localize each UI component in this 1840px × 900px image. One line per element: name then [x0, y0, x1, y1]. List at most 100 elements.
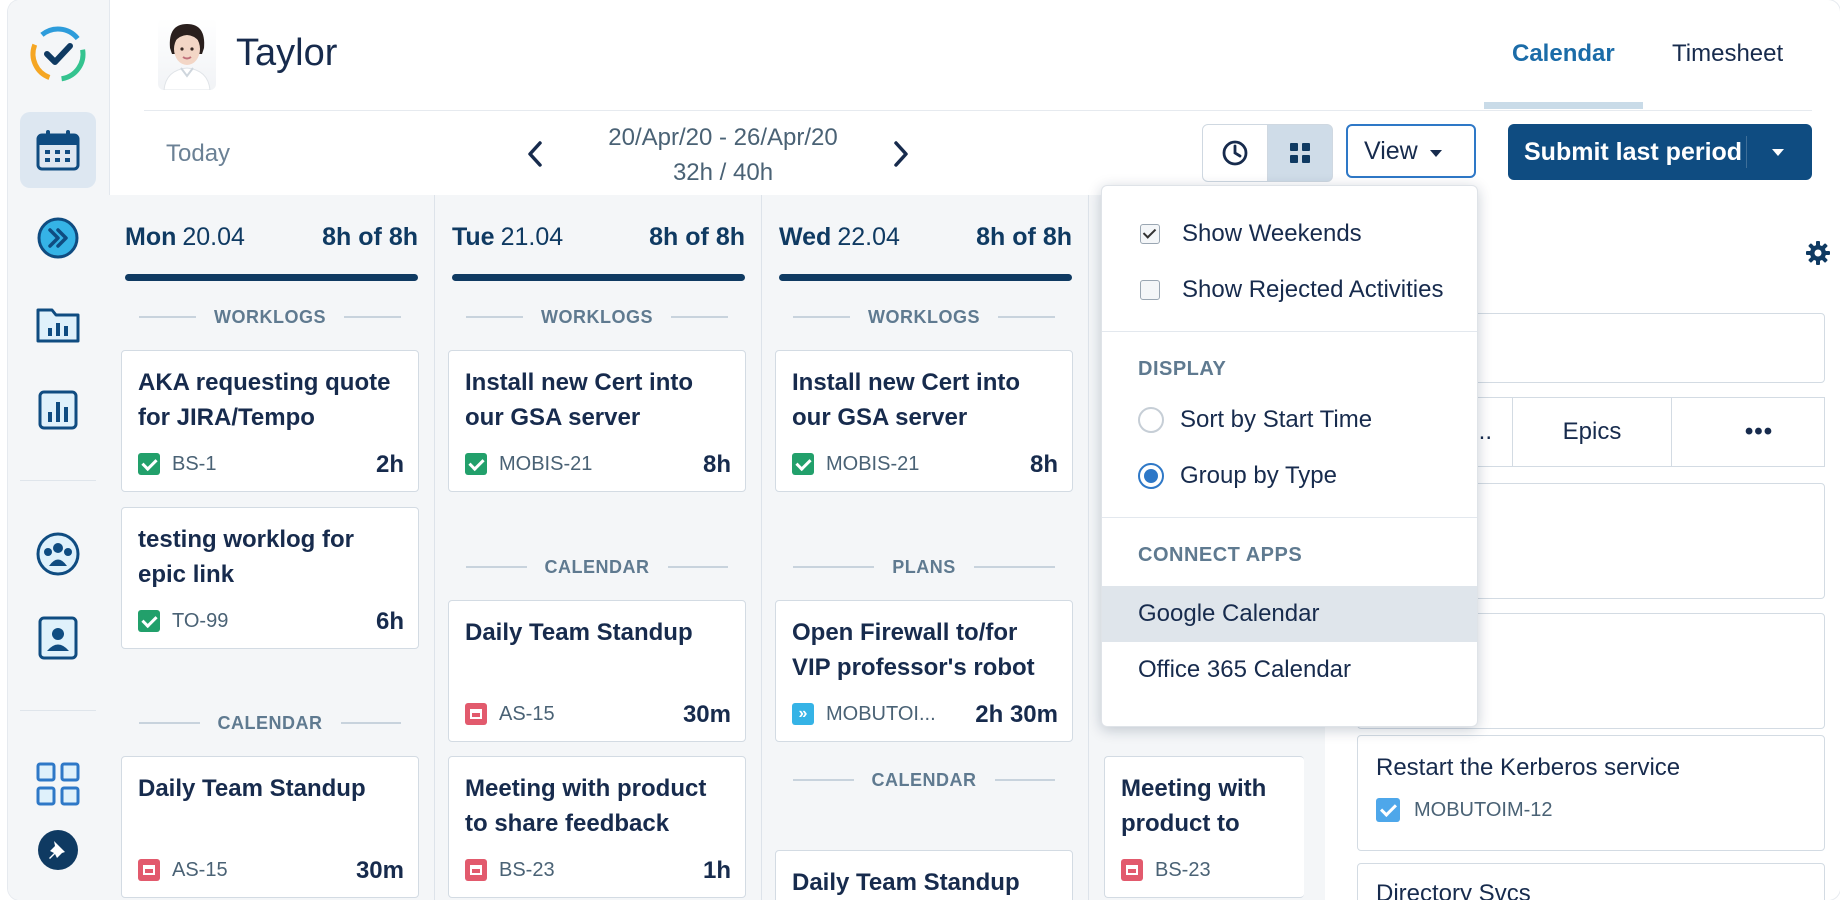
calendar-event-icon — [465, 703, 487, 725]
menu-item-group-by-type[interactable]: Group by Type — [1102, 448, 1477, 504]
issue-key: TO-99 — [172, 609, 229, 632]
sidebar-item-planner[interactable] — [20, 200, 96, 276]
app-grid-icon — [36, 762, 80, 806]
tab-calendar[interactable]: Calendar — [1512, 40, 1615, 68]
sidebar-item-pinned[interactable] — [20, 812, 96, 888]
check-icon — [465, 453, 487, 475]
button-divider — [1746, 136, 1747, 168]
menu-item-show-weekends[interactable]: Show Weekends — [1102, 206, 1477, 262]
worklog-card[interactable]: AKA requesting quote for JIRA/Tempo BS-1… — [121, 350, 419, 492]
card-title: Open Firewall to/for VIP professor's rob… — [792, 619, 1035, 681]
radio-unselected-icon[interactable] — [1138, 407, 1164, 433]
folder-chart-icon — [36, 308, 80, 343]
duration: 30m — [355, 857, 404, 884]
card-title: Install new Cert into our GSA server — [792, 369, 1021, 431]
duration: 1h — [702, 857, 731, 884]
sidebar-item-projects[interactable] — [20, 286, 96, 362]
worklog-card[interactable]: Install new Cert into our GSA server MOB… — [775, 350, 1073, 492]
submit-button-label: Submit last period — [1524, 137, 1743, 166]
card-title: AKA requesting quote for JIRA/Tempo — [138, 369, 391, 431]
calendar-card[interactable]: Meeting with product to share feedback B… — [448, 756, 746, 898]
previous-period-button[interactable] — [520, 134, 550, 174]
period-range: 20/Apr/20 - 26/Apr/20 32h / 40h — [568, 120, 878, 190]
sidebar-item-teams[interactable] — [20, 516, 96, 592]
checkbox-unchecked-icon[interactable] — [1140, 280, 1160, 300]
card-title: Daily Team Standup — [792, 869, 1020, 896]
caret-down-icon — [1430, 150, 1442, 157]
view-dropdown-button[interactable]: View — [1346, 124, 1476, 178]
avatar[interactable] — [158, 18, 216, 90]
calendar-card[interactable]: Daily Team Standup AS-15 30m — [121, 756, 419, 898]
user-name: Taylor — [236, 32, 338, 74]
settings-button[interactable] — [1805, 240, 1831, 271]
submit-period-button[interactable]: Submit last period — [1508, 124, 1812, 180]
menu-item-sort-start-time[interactable]: Sort by Start Time — [1102, 392, 1477, 448]
menu-item-label: Group by Type — [1180, 462, 1337, 489]
grid-icon — [1290, 143, 1310, 163]
sidebar-item-reports[interactable] — [20, 372, 96, 448]
issue-card[interactable]: Restart the Kerberos service MOBUTOIM-12 — [1357, 735, 1825, 851]
time-view-toggle[interactable] — [1202, 124, 1268, 182]
header-divider — [144, 110, 1812, 111]
worklog-card[interactable]: testing worklog for epic link TO-99 6h — [121, 507, 419, 649]
active-tab-indicator — [1484, 102, 1643, 109]
day-header: Tue 21.04 8h of 8h — [452, 223, 745, 252]
menu-item-show-rejected[interactable]: Show Rejected Activities — [1102, 262, 1477, 318]
card-title: testing worklog for epic link — [138, 526, 354, 588]
issue-card[interactable]: Directory Svcs — [1357, 863, 1825, 900]
sidebar-item-apps[interactable] — [20, 746, 96, 822]
issue-key: AS-15 — [172, 858, 228, 881]
logo-icon — [30, 26, 86, 82]
calendar-card[interactable]: Meeting with product to share feedback B… — [1104, 756, 1304, 898]
plan-card[interactable]: Open Firewall to/for VIP professor's rob… — [775, 600, 1073, 742]
more-icon: ••• — [1744, 418, 1774, 445]
issue-key: MOBIS-21 — [826, 452, 920, 475]
day-column-tue: Tue 21.04 8h of 8h WORKLOGS Install new C… — [436, 195, 762, 900]
card-title: Daily Team Standup — [138, 775, 366, 802]
day-hours: 8h of 8h — [649, 223, 745, 251]
view-menu: Show Weekends Show Rejected Activities D… — [1101, 185, 1478, 727]
check-icon — [138, 453, 160, 475]
sidebar-item-calendar[interactable] — [20, 112, 96, 188]
day-hours: 8h of 8h — [976, 223, 1072, 251]
day-progress-bar — [452, 274, 745, 281]
issue-title: Directory Svcs — [1376, 880, 1531, 900]
app-logo[interactable] — [20, 16, 96, 92]
checkbox-checked-icon[interactable] — [1140, 224, 1160, 244]
task-icon — [1376, 798, 1400, 822]
next-period-button[interactable] — [886, 134, 916, 174]
chevron-right-icon — [894, 141, 908, 167]
calendar-card[interactable]: Daily Team Standup AS-15 30m — [448, 600, 746, 742]
section-label: CALENDAR — [775, 768, 1073, 792]
menu-item-label: Show Weekends — [1182, 220, 1362, 247]
worklog-card[interactable]: Install new Cert into our GSA server MOB… — [448, 350, 746, 492]
double-chevron-icon — [37, 217, 79, 259]
tab-epics[interactable]: Epics — [1512, 397, 1672, 467]
app-window: Taylor Calendar Timesheet Today 20/Apr/2… — [8, 0, 1840, 900]
issue-key: BS-23 — [1155, 858, 1211, 881]
menu-section-heading: DISPLAY — [1138, 358, 1227, 380]
radio-selected-icon[interactable] — [1138, 463, 1164, 489]
section-label: CALENDAR — [121, 711, 419, 735]
pin-icon — [38, 830, 78, 870]
tab-timesheet[interactable]: Timesheet — [1672, 40, 1783, 68]
forward-icon: » — [792, 703, 814, 725]
menu-item-google-calendar[interactable]: Google Calendar — [1102, 586, 1477, 642]
today-button[interactable]: Today — [166, 140, 230, 168]
check-icon — [792, 453, 814, 475]
left-sidebar — [8, 0, 110, 900]
menu-item-office365-calendar[interactable]: Office 365 Calendar — [1102, 642, 1477, 698]
submit-options-caret-icon[interactable] — [1772, 149, 1784, 156]
issue-key: MOBUTOI... — [826, 702, 936, 725]
day-column-wed: Wed 22.04 8h of 8h WORKLOGS Install new C… — [763, 195, 1089, 900]
calendar-card[interactable]: Daily Team Standup — [775, 850, 1073, 900]
calendar-grid: Mon 20.04 8h of 8h WORKLOGS AKA requestin… — [109, 195, 1840, 900]
grid-view-toggle[interactable] — [1267, 124, 1333, 182]
card-title: Meeting with product to share feedback — [1121, 775, 1267, 837]
menu-item-label: Sort by Start Time — [1180, 406, 1373, 433]
duration: 30m — [682, 701, 731, 728]
team-icon — [36, 532, 80, 576]
sidebar-divider — [20, 710, 96, 711]
sidebar-item-profile[interactable] — [20, 600, 96, 676]
calendar-event-icon — [138, 859, 160, 881]
